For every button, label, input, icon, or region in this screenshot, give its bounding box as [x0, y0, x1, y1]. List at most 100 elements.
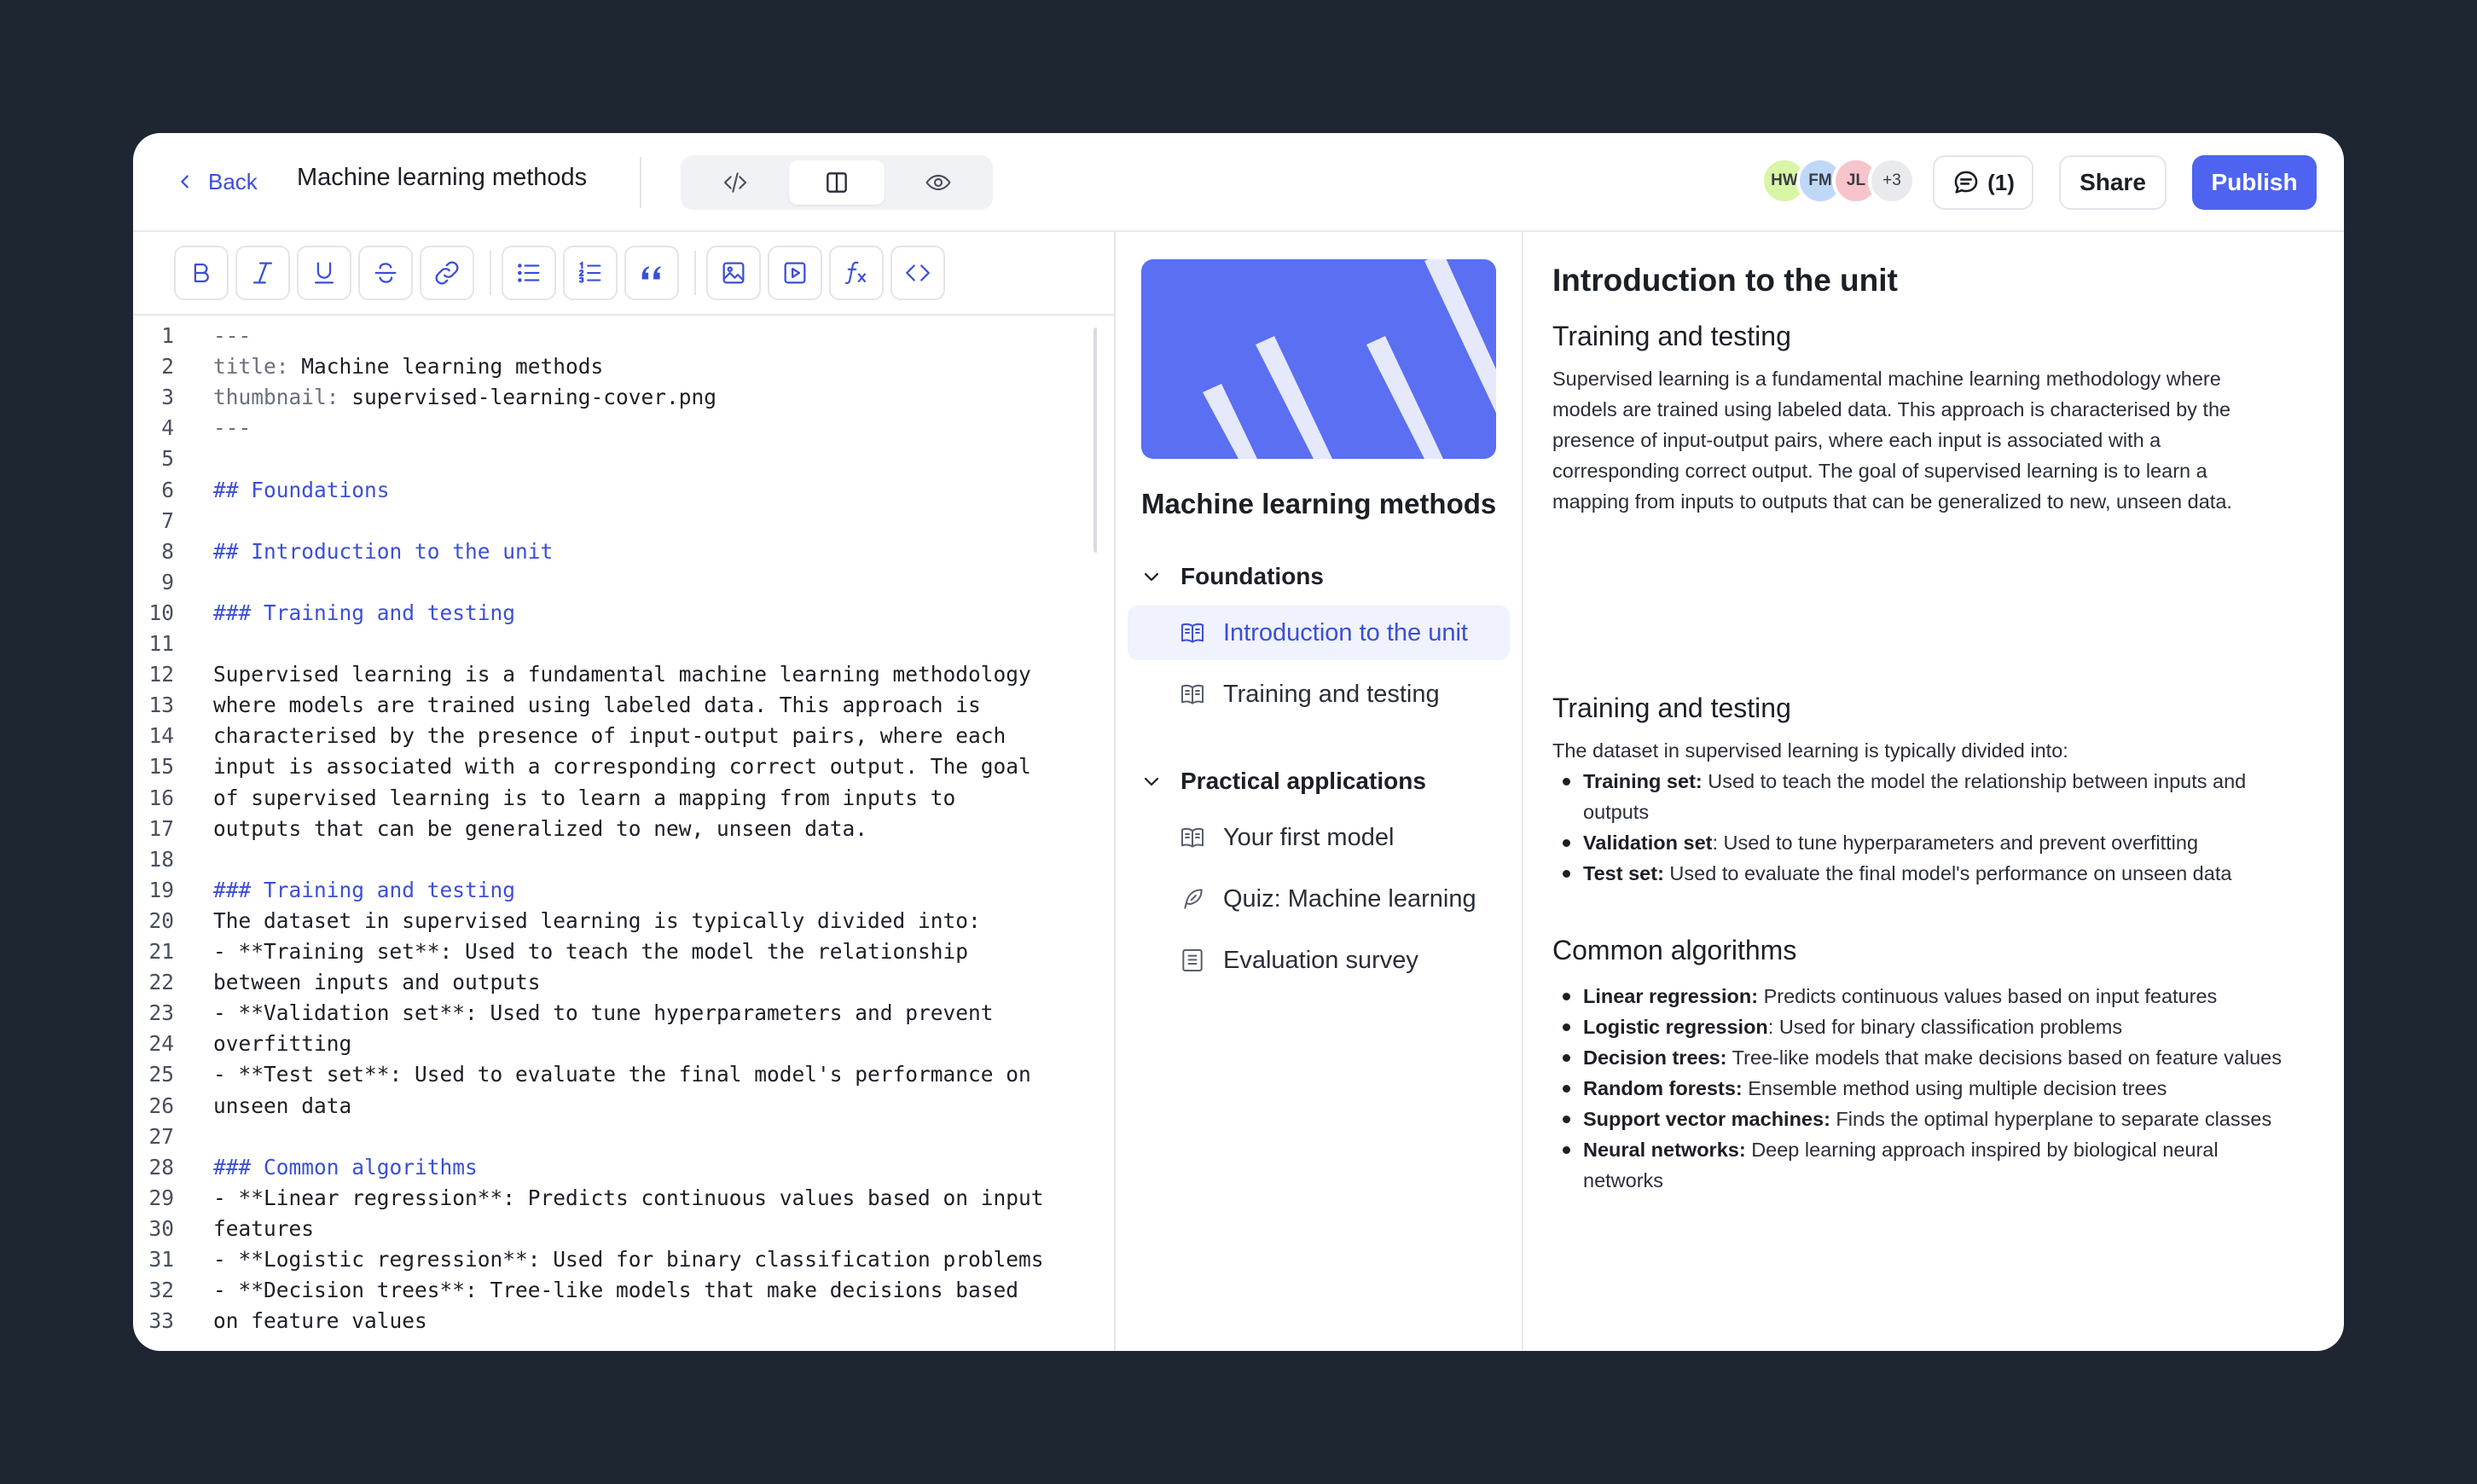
view-split-button[interactable] — [789, 160, 885, 205]
outline-item-training[interactable]: Training and testing — [1128, 667, 1510, 722]
code-line[interactable]: 33 on feature values — [133, 1306, 1097, 1336]
line-number: 17 — [148, 815, 174, 841]
line-content: features — [213, 1215, 315, 1241]
italic-button[interactable] — [235, 246, 290, 300]
frontmatter-key: title: — [213, 354, 289, 380]
line-content: outputs that can be generalized to new, … — [213, 815, 868, 841]
link-button[interactable] — [420, 246, 474, 300]
code-line[interactable]: 4 --- — [133, 413, 1097, 443]
bold-icon — [194, 263, 209, 283]
code-line[interactable]: 19 ### Training and testing — [133, 875, 1097, 906]
code-line[interactable]: 16 of supervised learning is to learn a m… — [133, 783, 1097, 814]
book-icon — [1181, 827, 1204, 848]
view-source-button[interactable] — [687, 160, 783, 205]
code-line[interactable]: 7 — [133, 506, 1097, 536]
list-item: Random forests: Ensemble method using mu… — [1552, 1073, 2320, 1104]
code-line[interactable]: 28 ### Common algorithms — [133, 1152, 1097, 1183]
paragraph-line: models are trained using labeled data. T… — [1552, 398, 2231, 420]
section-practical-applications[interactable]: Practical applications — [1141, 762, 1426, 800]
section-foundations[interactable]: Foundations — [1141, 558, 1324, 595]
preview-paragraph: Supervised learning is a fundamental mac… — [1552, 363, 2303, 517]
publish-button[interactable]: Publish — [2192, 155, 2317, 210]
markdown-editor-pane: 1 --- 2 title: Machine learning methods 3 thu… — [133, 232, 1116, 1351]
insert-formula-button[interactable] — [829, 246, 884, 300]
comments-button[interactable]: (1) — [1933, 155, 2033, 210]
course-outline-pane: Machine learning methods Foundations Int… — [1116, 232, 1523, 1351]
list-item-text: : Used for binary classification problem… — [1767, 1016, 2123, 1038]
code-line[interactable]: 13 where models are trained using labeled… — [133, 690, 1097, 721]
outline-item-introduction[interactable]: Introduction to the unit — [1128, 606, 1510, 660]
strikethrough-button[interactable] — [358, 246, 413, 300]
line-content: Supervised learning is a fundamental mac… — [213, 662, 1031, 687]
numbered-list-button[interactable] — [563, 246, 618, 300]
code-line[interactable]: 29 - **Linear regression**: Predicts cont… — [133, 1183, 1097, 1214]
line-number: 4 — [161, 415, 174, 441]
code-line[interactable]: 26 unseen data — [133, 1091, 1097, 1122]
code-line[interactable]: 24 overfitting — [133, 1029, 1097, 1059]
line-content: ### Training and testing — [213, 877, 516, 902]
book-icon — [1181, 684, 1204, 704]
view-preview-button[interactable] — [890, 160, 986, 205]
bullet-list-button[interactable] — [502, 246, 556, 300]
insert-code-button[interactable] — [890, 246, 945, 300]
code-line[interactable]: 23 - **Validation set**: Used to tune hyp… — [133, 998, 1097, 1029]
list-item: Neural networks: Deep learning approach … — [1552, 1134, 2320, 1196]
code-line[interactable]: 1 --- — [133, 321, 1097, 351]
code-line[interactable]: 5 — [133, 443, 1097, 474]
outline-item-label: Training and testing — [1223, 680, 1440, 708]
list-item-text: Deep learning approach inspired by biolo… — [1745, 1139, 2219, 1161]
quote-button[interactable] — [624, 246, 679, 300]
code-line[interactable]: 15 input is associated with a correspondi… — [133, 751, 1097, 782]
line-content: ## Introduction to the unit — [213, 538, 554, 564]
code-line[interactable]: 27 — [133, 1122, 1097, 1152]
paragraph-line: corresponding correct output. The goal o… — [1552, 460, 2207, 482]
outline-item-label: Evaluation survey — [1223, 946, 1418, 974]
list-item: Support vector machines: Finds the optim… — [1552, 1104, 2320, 1134]
code-line[interactable]: 12 Supervised learning is a fundamental m… — [133, 659, 1097, 690]
outline-item-survey[interactable]: Evaluation survey — [1128, 933, 1510, 988]
preview-subheading: Training and testing — [1552, 321, 1791, 351]
code-line[interactable]: 18 — [133, 844, 1097, 875]
outline-item-quiz[interactable]: Quiz: Machine learning — [1128, 872, 1510, 926]
code-line[interactable]: 32 - **Decision trees**: Tree-like models… — [133, 1275, 1097, 1306]
split-view-icon — [827, 172, 847, 193]
bold-button[interactable] — [174, 246, 229, 300]
link-icon — [435, 261, 459, 285]
code-line[interactable]: 30 features — [133, 1214, 1097, 1244]
code-line[interactable]: 21 - **Training set**: Used to teach the … — [133, 936, 1097, 967]
code-line[interactable]: 22 between inputs and outputs — [133, 967, 1097, 998]
share-button[interactable]: Share — [2059, 155, 2167, 210]
code-line[interactable]: 11 — [133, 629, 1097, 659]
code-line[interactable]: 8 ## Introduction to the unit — [133, 536, 1097, 567]
code-line[interactable]: 14 characterised by the presence of input… — [133, 721, 1097, 751]
list-item-term: Neural networks: — [1583, 1139, 1746, 1161]
code-line[interactable]: 9 — [133, 567, 1097, 598]
line-content: of supervised learning is to learn a map… — [213, 785, 956, 810]
code-editor[interactable]: 1 --- 2 title: Machine learning methods 3 thu… — [133, 316, 1097, 1351]
preview-pane: Introduction to the unit Training and te… — [1523, 232, 2344, 1351]
frontmatter-key: thumbnail: — [213, 385, 339, 410]
line-number: 2 — [161, 354, 174, 380]
code-line[interactable]: 20 The dataset in supervised learning is … — [133, 906, 1097, 936]
code-line[interactable]: 31 - **Logistic regression**: Used for bi… — [133, 1244, 1097, 1275]
line-content: unseen data — [213, 1093, 352, 1118]
line-content: - **Test set**: Used to evaluate the fin… — [213, 1062, 1031, 1087]
insert-image-button[interactable] — [706, 246, 761, 300]
video-icon — [784, 262, 806, 284]
line-content: The dataset in supervised learning is ty… — [213, 907, 981, 933]
code-line[interactable]: 25 - **Test set**: Used to evaluate the f… — [133, 1059, 1097, 1090]
line-content: thumbnail: supervised-learning-cover.png — [213, 382, 716, 413]
code-line[interactable]: 10 ### Training and testing — [133, 598, 1097, 629]
outline-item-first-model[interactable]: Your first model — [1128, 810, 1510, 865]
line-number: 26 — [148, 1093, 174, 1118]
frontmatter-value: Machine learning methods — [288, 354, 604, 380]
insert-video-button[interactable] — [768, 246, 822, 300]
code-line[interactable]: 2 title: Machine learning methods — [133, 351, 1097, 382]
code-line[interactable]: 17 outputs that can be generalized to new… — [133, 814, 1097, 844]
back-button[interactable]: Back — [176, 162, 258, 201]
underline-button[interactable] — [297, 246, 351, 300]
more-collaborators-badge[interactable]: +3 — [1868, 157, 1916, 205]
comment-icon — [1954, 171, 1978, 194]
code-line[interactable]: 3 thumbnail: supervised-learning-cover.pn… — [133, 382, 1097, 413]
code-line[interactable]: 6 ## Foundations — [133, 475, 1097, 506]
